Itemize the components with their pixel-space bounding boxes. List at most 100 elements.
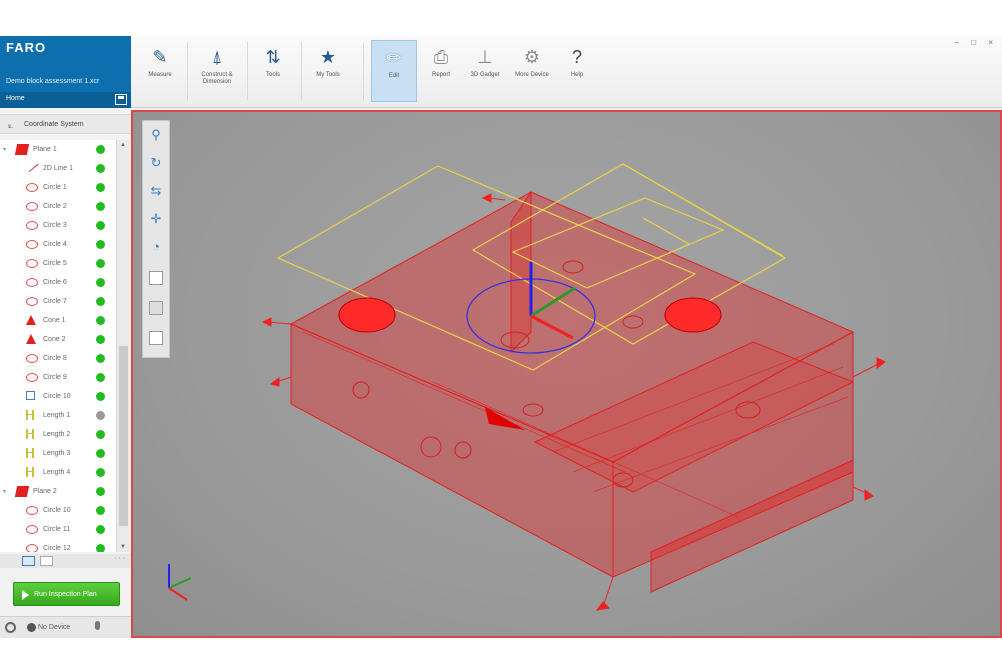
tree-item[interactable]: Circle 11 xyxy=(0,520,116,539)
measure-button[interactable]: ✎ Measure xyxy=(137,40,183,102)
status-dot-icon xyxy=(96,373,105,382)
status-dot-icon xyxy=(96,145,105,154)
tree-item[interactable]: Length 3 xyxy=(0,444,116,463)
zoom-icon[interactable]: ⚲ xyxy=(146,125,166,145)
status-dot-icon xyxy=(96,449,105,458)
tree-item[interactable]: Circle 10 xyxy=(0,387,116,406)
view-side-icon[interactable] xyxy=(149,301,163,315)
status-dot-icon xyxy=(96,316,105,325)
3d-gadget-label: 3D Gadget xyxy=(470,72,500,78)
tree-item-label: Circle 12 xyxy=(43,545,71,552)
coordinate-system-button[interactable]: ⟀ Coordinate System xyxy=(0,114,131,134)
ribbon-toolbar: ✎ Measure ⍋ Construct & Dimension ⇅ Tool… xyxy=(131,36,1002,108)
save-icon[interactable] xyxy=(115,94,127,105)
cone-icon xyxy=(26,315,36,325)
help-button[interactable]: ? Help xyxy=(559,40,595,102)
tree-item-label: Cone 1 xyxy=(43,317,66,324)
tree-item-label: Circle 5 xyxy=(43,260,67,267)
my-tools-button[interactable]: ★ My Tools xyxy=(305,40,351,102)
construct-dimension-button[interactable]: ⍋ Construct & Dimension xyxy=(191,40,243,102)
circle-icon xyxy=(26,544,38,552)
square-icon xyxy=(26,391,35,400)
tree-item[interactable]: Length 4 xyxy=(0,463,116,482)
tree-item[interactable]: Circle 2 xyxy=(0,197,116,216)
settings-icon[interactable] xyxy=(5,622,16,633)
tree-item[interactable]: Circle 1 xyxy=(0,178,116,197)
tree-item[interactable]: Circle 8 xyxy=(0,349,116,368)
rotate-icon[interactable]: ↻ xyxy=(146,153,166,173)
status-dot-icon xyxy=(96,411,105,420)
line-icon xyxy=(25,159,39,173)
circle-icon xyxy=(26,506,38,515)
status-dot-icon xyxy=(96,183,105,192)
cad-model-scene[interactable] xyxy=(133,112,1000,636)
tree-item[interactable]: ▾ Plane 2 xyxy=(0,482,116,501)
microphone-icon[interactable] xyxy=(95,621,100,630)
window-controls[interactable]: – □ × xyxy=(955,38,998,47)
scroll-thumb[interactable] xyxy=(119,346,128,526)
3d-viewport[interactable]: ⚲ ↻ ⇆ ✛ ◔ xyxy=(131,110,1002,638)
tree-item-label: Circle 8 xyxy=(43,355,67,362)
gadget-icon: ⊥ xyxy=(477,47,493,67)
tree-item[interactable]: ▾ Plane 1 xyxy=(0,140,116,159)
home-label[interactable]: Home xyxy=(6,95,25,102)
pan-icon[interactable]: ⇆ xyxy=(146,181,166,201)
more-device-button[interactable]: ⚙ More Device xyxy=(509,40,555,102)
edit-button[interactable]: ✏ Edit xyxy=(371,40,417,102)
tree-item[interactable]: Circle 3 xyxy=(0,216,116,235)
tools-button[interactable]: ⇅ Tools xyxy=(251,40,295,102)
tree-item[interactable]: Cone 1 xyxy=(0,311,116,330)
fit-view-icon[interactable]: ◔ xyxy=(146,237,166,257)
tree-view-tabs: · · · xyxy=(0,554,131,568)
tree-item[interactable]: 2D Line 1 xyxy=(0,159,116,178)
tab-feature-tree[interactable] xyxy=(22,556,35,566)
ribbon-divider xyxy=(187,42,188,100)
run-inspection-plan-label: Run Inspection Plan xyxy=(34,591,97,598)
view-front-icon[interactable] xyxy=(149,271,163,285)
tree-item-label: Circle 9 xyxy=(43,374,67,381)
view-iso-icon[interactable] xyxy=(149,331,163,345)
expand-icon[interactable]: ▾ xyxy=(3,488,6,495)
tree-item[interactable]: Length 2 xyxy=(0,425,116,444)
scroll-up-icon[interactable]: ▲ xyxy=(120,142,126,148)
ribbon-divider xyxy=(301,42,302,100)
tree-item[interactable]: Circle 12 xyxy=(0,539,116,552)
tab-list-view[interactable] xyxy=(40,556,53,566)
tree-item[interactable]: Circle 4 xyxy=(0,235,116,254)
feature-tree[interactable]: ▾ Plane 1 2D Line 1 Circle 1 Circle 2 Circle … xyxy=(0,140,116,552)
faro-logo: FARO xyxy=(6,40,47,55)
tree-item[interactable]: Circle 7 xyxy=(0,292,116,311)
edit-label: Edit xyxy=(388,73,400,79)
pencil-icon: ✏ xyxy=(386,48,402,68)
tree-item[interactable]: Cone 2 xyxy=(0,330,116,349)
home-bar[interactable]: Home xyxy=(0,92,131,108)
circle-icon xyxy=(26,354,38,363)
tree-item[interactable]: Circle 6 xyxy=(0,273,116,292)
circle-icon xyxy=(26,259,38,268)
status-dot-icon xyxy=(96,468,105,477)
3d-gadget-button[interactable]: ⊥ 3D Gadget xyxy=(463,40,507,102)
status-dot-icon xyxy=(96,525,105,534)
brand-panel: FARO Demo block assessment 1.xcr Home xyxy=(0,36,131,108)
expand-icon[interactable]: ▾ xyxy=(3,146,6,153)
tree-item[interactable]: Circle 10 xyxy=(0,501,116,520)
tree-item[interactable]: Length 1 xyxy=(0,406,116,425)
run-inspection-plan-button[interactable]: Run Inspection Plan xyxy=(13,582,120,606)
tree-item[interactable]: Circle 5 xyxy=(0,254,116,273)
status-dot-icon xyxy=(96,392,105,401)
status-dot-icon xyxy=(96,297,105,306)
tree-item-label: Length 4 xyxy=(43,469,71,476)
status-dot-icon xyxy=(96,240,105,249)
tree-scrollbar[interactable]: ▲ ▼ xyxy=(116,140,130,552)
device-status[interactable]: No Device xyxy=(38,624,70,631)
play-icon xyxy=(22,590,29,600)
scroll-down-icon[interactable]: ▼ xyxy=(120,544,126,550)
status-dot-icon xyxy=(96,354,105,363)
report-button[interactable]: ⎙ Report xyxy=(421,40,461,102)
plane-icon xyxy=(14,486,30,497)
tree-item[interactable]: Circle 9 xyxy=(0,368,116,387)
device-status-icon xyxy=(27,623,36,632)
length-icon xyxy=(26,448,34,458)
move-icon[interactable]: ✛ xyxy=(146,209,166,229)
more-options[interactable]: · · · xyxy=(114,555,125,562)
